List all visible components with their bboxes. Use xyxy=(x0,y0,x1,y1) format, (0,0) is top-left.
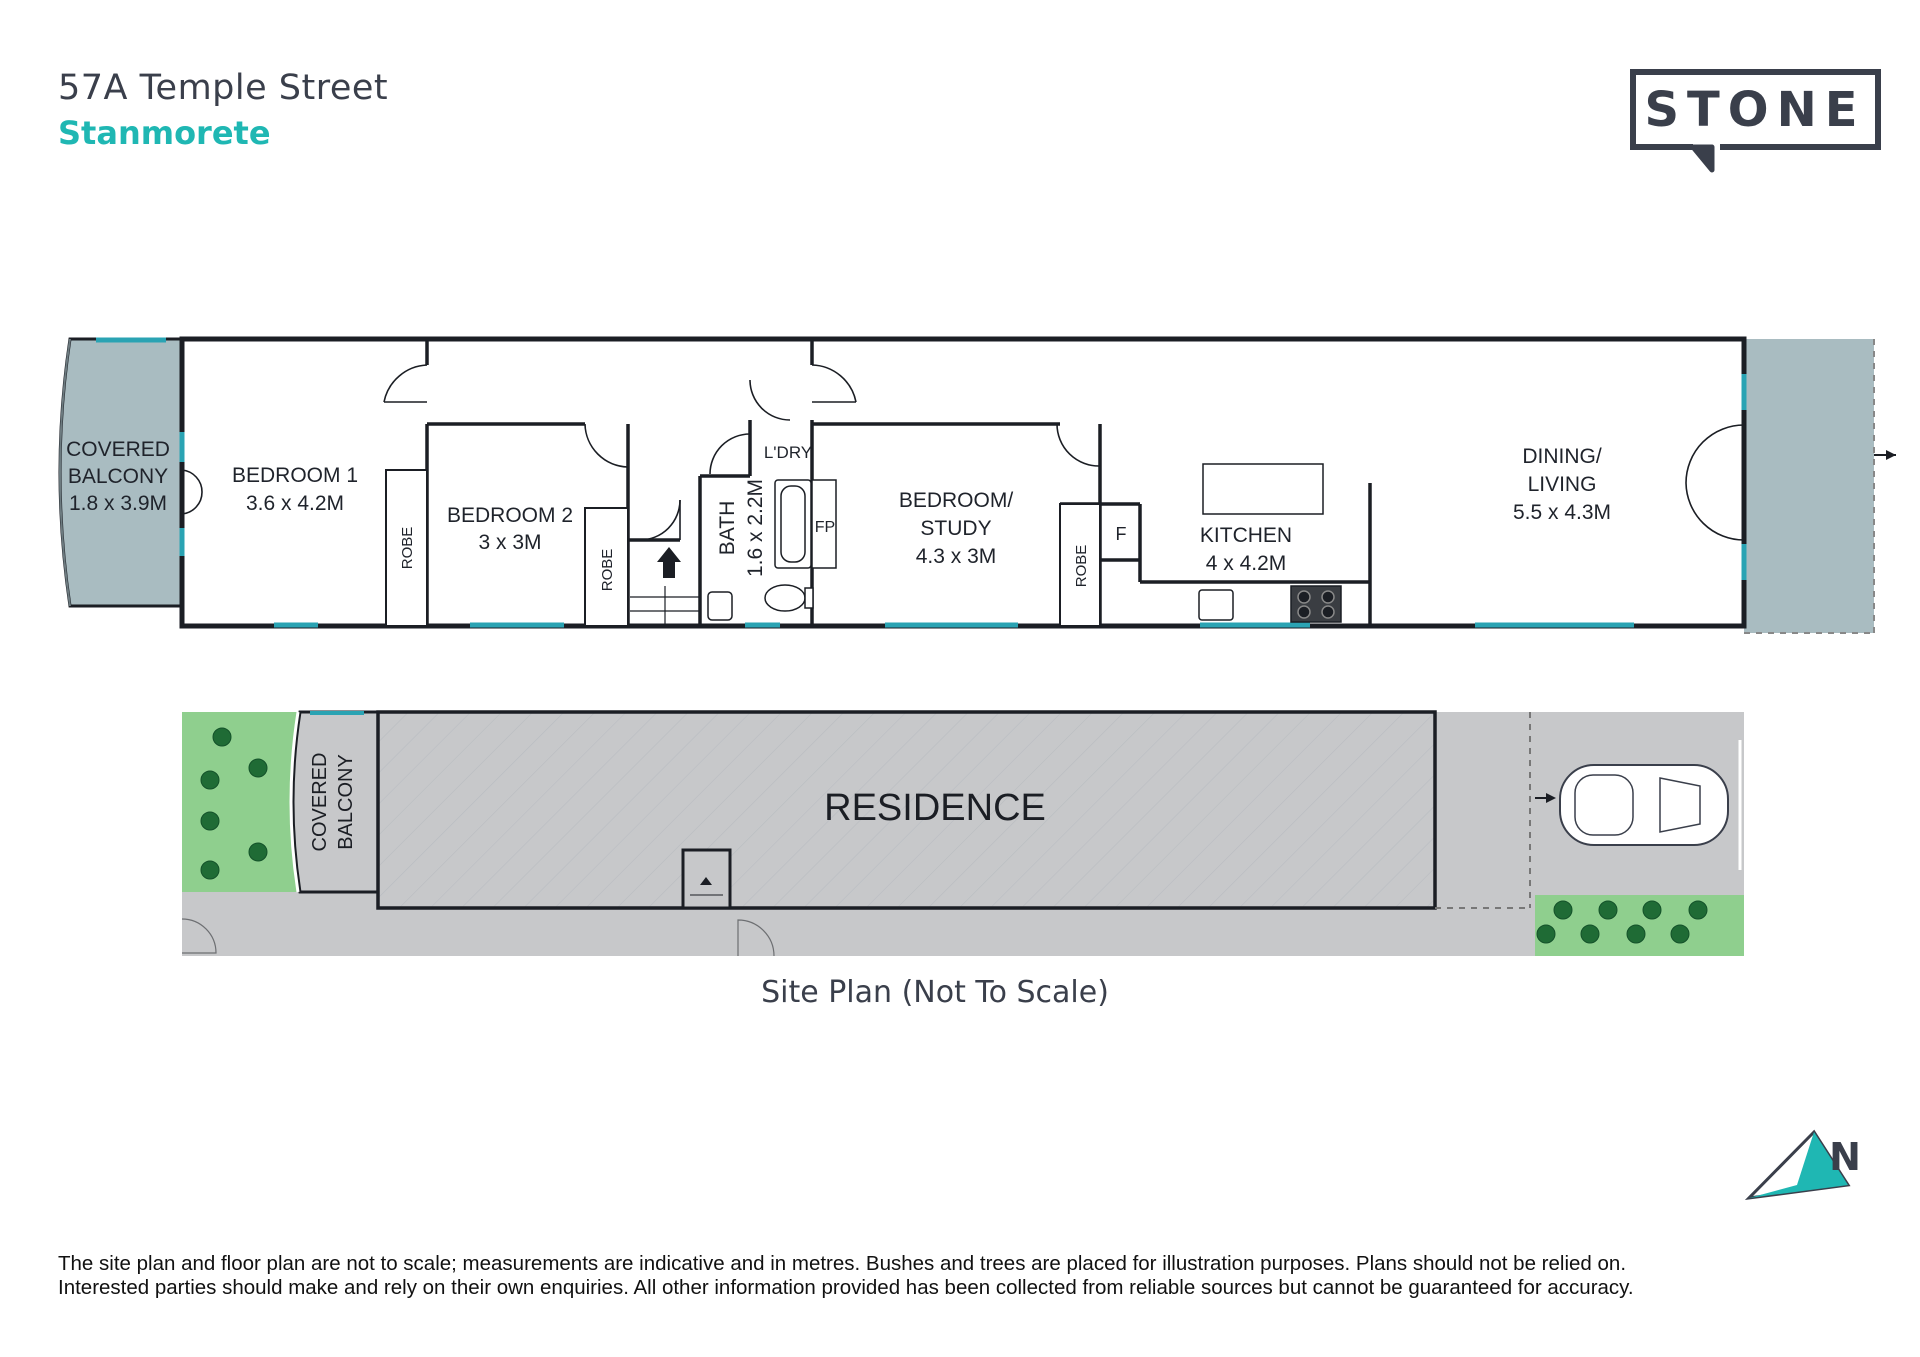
room-label-study: BEDROOM/ xyxy=(899,489,1014,512)
room-dims-kitchen: 4 x 4.2M xyxy=(1206,552,1287,575)
room-dims-study: 4.3 x 3M xyxy=(916,545,997,568)
room-dims-bedroom-2: 3 x 3M xyxy=(478,531,541,554)
north-compass-icon: N xyxy=(1744,1129,1861,1201)
plan-drawing: STONE N COVERED BALCONY 1.8 x 3.9M BEDRO… xyxy=(58,69,1896,1201)
room-label-balcony: COVERED xyxy=(66,438,170,461)
room-label-bedroom-2: BEDROOM 2 xyxy=(447,504,573,527)
site-plan-caption-text: Site Plan (Not To Scale) xyxy=(761,975,1109,1010)
site-balcony-label: BALCONY xyxy=(335,754,357,850)
compass-letter: N xyxy=(1829,1135,1861,1179)
fridge-label: F xyxy=(1116,524,1127,544)
floor-plan-page: 57A Temple Street Stanmorete STONE N COV… xyxy=(0,0,1920,1357)
robe-label: ROBE xyxy=(1073,545,1090,588)
front-garden xyxy=(182,712,300,892)
disclaimer: The site plan and floor plan are not to … xyxy=(58,1252,1888,1300)
fireplace-label: FP xyxy=(815,519,835,536)
room-dims-bath: 1.6 x 2.2M xyxy=(744,479,767,577)
site-plan: RESIDENCE COVERED BALCONY xyxy=(181,710,1744,957)
room-label-dining: LIVING xyxy=(1528,473,1597,496)
logo-text: STONE xyxy=(1644,82,1865,138)
room-label-laundry: L'DRY xyxy=(764,443,812,462)
site-balcony-label: COVERED xyxy=(309,753,331,852)
room-dims-dining: 5.5 x 4.3M xyxy=(1513,501,1611,524)
robe-label: ROBE xyxy=(599,549,616,592)
disclaimer-line: The site plan and floor plan are not to … xyxy=(58,1252,1627,1275)
room-label-kitchen: KITCHEN xyxy=(1200,524,1292,547)
room-dims-bedroom-1: 3.6 x 4.2M xyxy=(246,492,344,515)
rear-deck-area xyxy=(1744,339,1874,633)
room-label-balcony: BALCONY xyxy=(68,465,168,488)
room-dims-balcony: 1.8 x 3.9M xyxy=(69,492,167,515)
room-label-bath: BATH xyxy=(716,501,739,555)
disclaimer-line: Interested parties should make and rely … xyxy=(58,1276,1634,1299)
site-plan-caption: Site Plan (Not To Scale) xyxy=(0,975,1920,1010)
room-label-study: STUDY xyxy=(920,517,991,540)
stone-logo: STONE xyxy=(1630,69,1881,173)
floor-plan: COVERED BALCONY 1.8 x 3.9M BEDROOM 1 3.6… xyxy=(58,336,1896,634)
room-label-bedroom-1: BEDROOM 1 xyxy=(232,464,358,487)
robe-label: ROBE xyxy=(399,527,416,570)
residence-label: RESIDENCE xyxy=(824,787,1046,829)
room-label-dining: DINING/ xyxy=(1522,445,1602,468)
